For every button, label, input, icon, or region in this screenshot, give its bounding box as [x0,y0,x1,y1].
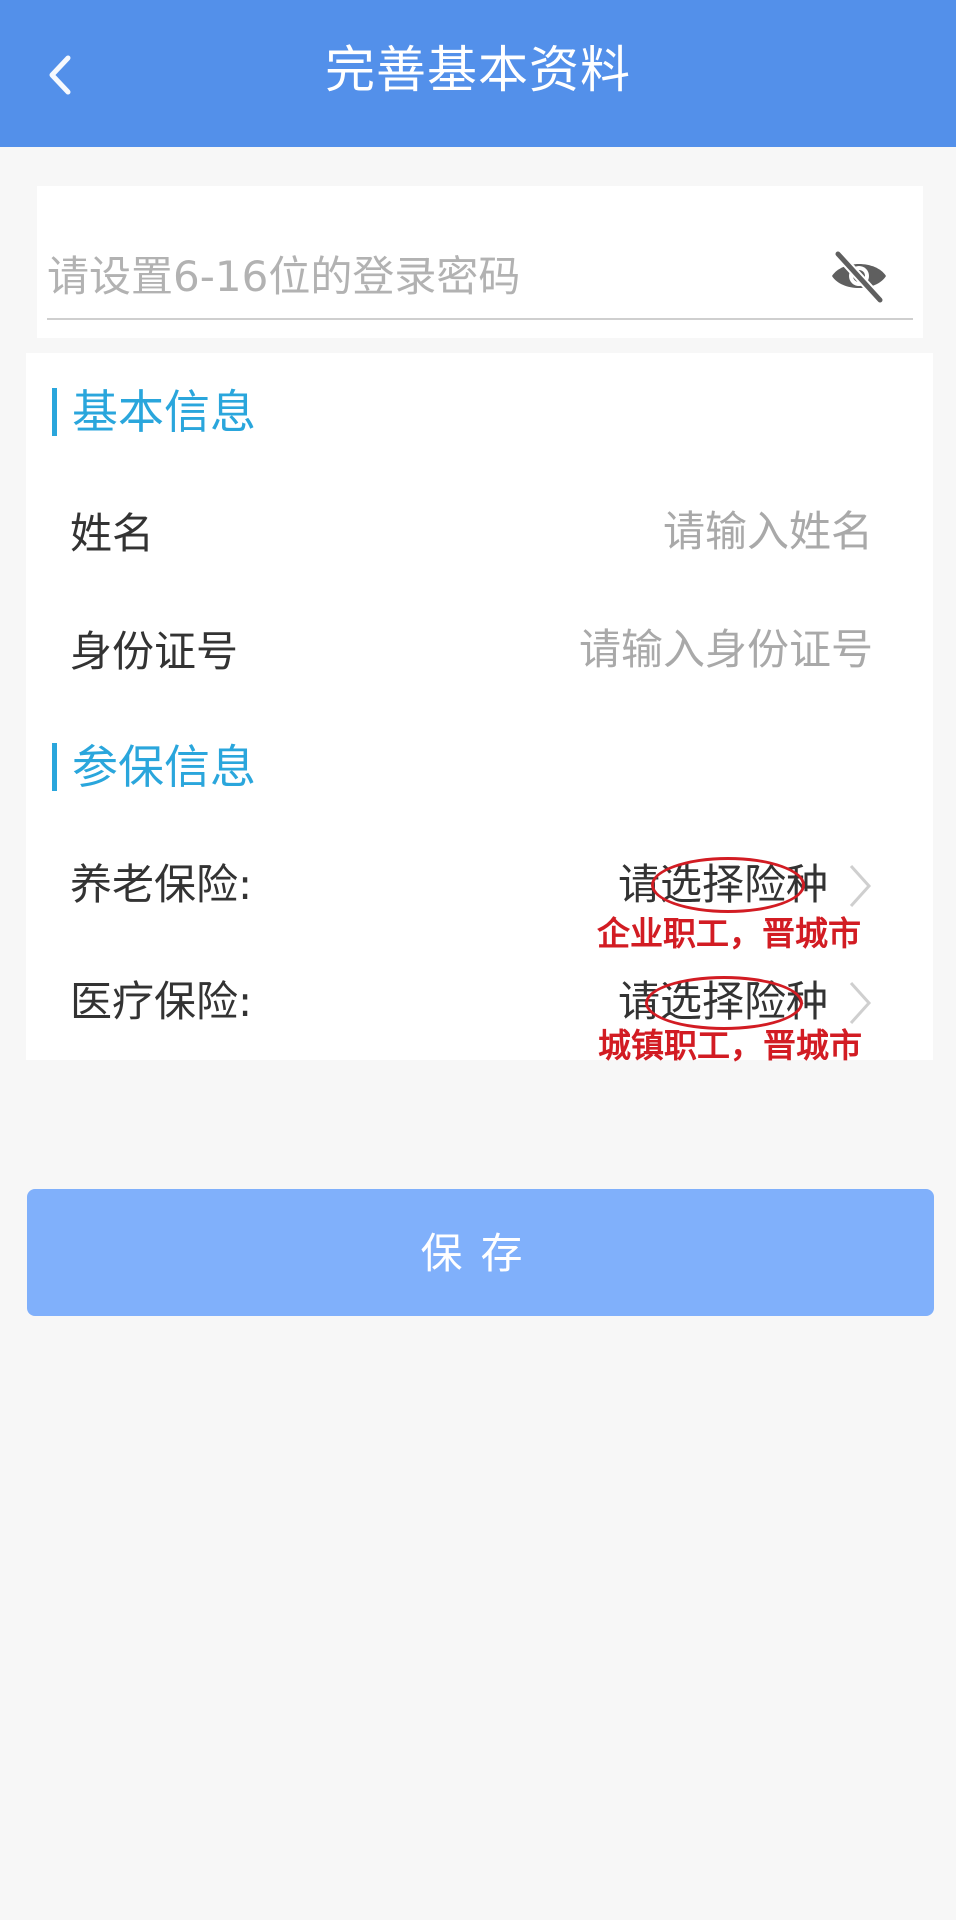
section-title-insurance-info: 参保信息 [72,740,256,794]
section-accent-bar [52,388,57,436]
pension-insurance-label: 养老保险: [70,860,253,909]
annotation-circle [651,857,805,913]
id-number-label: 身份证号 [70,627,239,676]
name-label: 姓名 [70,509,155,558]
annotation-note-medical: 城镇职工，晋城市 [598,1026,862,1065]
chevron-right-icon[interactable] [845,862,875,910]
medical-insurance-label: 医疗保险: [70,977,253,1026]
annotation-note-pension: 企业职工，晋城市 [597,914,861,953]
save-button[interactable]: 保存 [27,1189,934,1316]
eye-off-icon[interactable] [828,248,890,304]
section-title-basic-info: 基本信息 [72,385,256,439]
top-app-bar: 完善基本资料 [0,0,956,147]
id-number-input[interactable]: 请输入身份证号 [579,622,873,678]
password-input[interactable] [47,236,807,316]
name-input[interactable]: 请输入姓名 [663,504,873,560]
annotation-circle [645,976,803,1030]
chevron-right-icon[interactable] [845,979,875,1027]
section-accent-bar [52,743,57,791]
password-underline [47,318,913,320]
page-title: 完善基本资料 [325,41,631,99]
